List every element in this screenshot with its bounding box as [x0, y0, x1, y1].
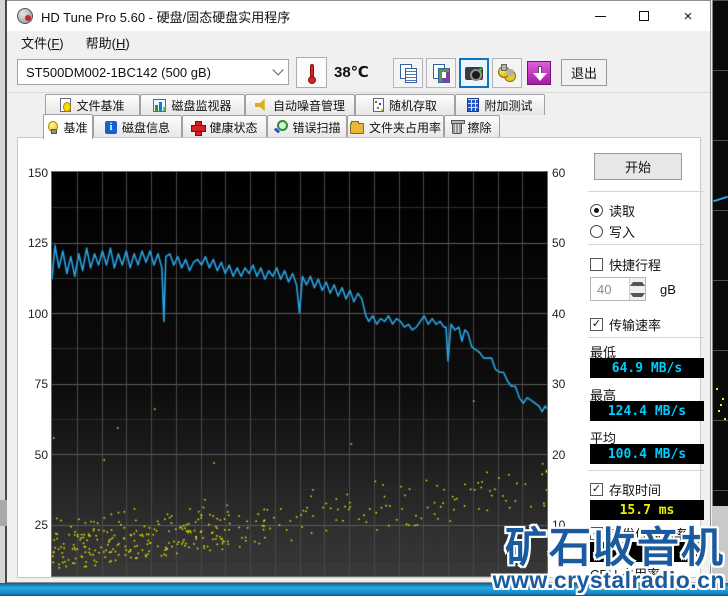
left-tick: 50: [34, 448, 48, 462]
minimize-button[interactable]: [578, 1, 622, 31]
tab-health[interactable]: 健康状态: [182, 115, 267, 138]
checkbox-short-stroke[interactable]: 快捷行程: [590, 255, 661, 274]
file-benchmark-icon: [60, 98, 72, 112]
copy-text-icon: [399, 64, 417, 83]
chevron-down-icon: [272, 64, 284, 76]
close-button[interactable]: ×: [666, 1, 710, 31]
avg-value-display: 100.4 MB/s: [590, 444, 704, 464]
tab-disk-info[interactable]: i 磁盘信息: [93, 115, 182, 138]
transfer-rate-box: ✓: [590, 318, 603, 331]
menu-help[interactable]: 帮助(H): [78, 30, 138, 55]
app-icon: [17, 8, 33, 24]
checkbox-access-time[interactable]: ✓ 存取时间: [590, 480, 661, 499]
left-tick: 125: [27, 236, 48, 250]
start-button[interactable]: 开始: [594, 153, 682, 180]
titlebar: HD Tune Pro 5.60 - 硬盘/固态硬盘实用程序 ×: [7, 1, 710, 31]
left-tick: 100: [27, 307, 48, 321]
random-access-icon: [372, 98, 384, 112]
tab-random-access[interactable]: 随机存取: [355, 94, 455, 115]
copy-image-icon: [432, 64, 450, 83]
left-tick: 25: [34, 518, 48, 532]
spindown-button[interactable]: [524, 58, 554, 88]
right-tick: 60: [552, 166, 566, 180]
spinner-up-button[interactable]: [630, 278, 645, 289]
radio-read[interactable]: 读取: [590, 201, 635, 220]
right-tick: 50: [552, 236, 566, 250]
calculator-icon: [467, 98, 480, 112]
tab-error-scan[interactable]: 错误扫描: [267, 115, 347, 138]
arrow-down-icon: [527, 61, 551, 85]
temperature-button[interactable]: [296, 57, 327, 88]
minimize-icon: [594, 15, 606, 17]
tab-extra-tests[interactable]: 附加测试: [455, 94, 545, 115]
drive-select-value: ST500DM002-1BC142 (500 gB): [26, 64, 211, 80]
access-time-box: ✓: [590, 483, 603, 496]
left-tick: 75: [34, 377, 48, 391]
tab-disk-monitor[interactable]: 磁盘监视器: [140, 94, 245, 115]
tab-benchmark[interactable]: 基准: [43, 114, 93, 139]
thermometer-icon: [307, 64, 316, 84]
lamp-icon: [48, 120, 59, 134]
speaker-icon: [254, 98, 265, 112]
toolbar: ST500DM002-1BC142 (500 gB) 38℃ 退出: [7, 54, 710, 93]
camera-icon: [465, 66, 483, 81]
background-chart-sliver: [712, 0, 728, 506]
background-chart-dots: [716, 388, 718, 390]
hdtune-window: HD Tune Pro 5.60 - 硬盘/固态硬盘实用程序 × 文件(F) 帮…: [7, 0, 711, 583]
benchmark-canvas: [52, 172, 547, 576]
tab-aam[interactable]: 自动噪音管理: [245, 94, 355, 115]
spinner-down-button[interactable]: [630, 289, 645, 300]
right-tick: 20: [552, 448, 566, 462]
watermark-title: 矿石收音机: [504, 524, 725, 571]
min-value-display: 64.9 MB/s: [590, 358, 704, 378]
medals-icon: [498, 64, 516, 81]
short-stroke-value: 40: [597, 281, 612, 297]
tab-file-benchmark[interactable]: 文件基准: [45, 94, 140, 115]
short-stroke-box: [590, 258, 603, 271]
drive-select[interactable]: ST500DM002-1BC142 (500 gB): [17, 59, 289, 85]
max-value-display: 124.4 MB/s: [590, 401, 704, 421]
background-window-left-sliver: [0, 0, 7, 583]
benchmark-chart: [51, 171, 548, 577]
tab-erase[interactable]: 擦除: [444, 115, 500, 138]
short-stroke-unit: gB: [660, 282, 676, 297]
temperature-value: 38℃: [334, 64, 369, 81]
folder-icon: [349, 120, 364, 134]
info-icon: i: [104, 120, 117, 134]
right-tick: 40: [552, 307, 566, 321]
window-title: HD Tune Pro 5.60 - 硬盘/固态硬盘实用程序: [41, 9, 291, 25]
radio-read-circle: [590, 204, 603, 217]
screen: HD Tune Pro 5.60 - 硬盘/固态硬盘实用程序 × 文件(F) 帮…: [0, 0, 728, 596]
radio-write[interactable]: 写入: [590, 222, 635, 241]
copy-text-button[interactable]: [393, 58, 423, 88]
health-cross-icon: [191, 120, 207, 136]
menu-file[interactable]: 文件(F): [13, 30, 72, 55]
access-time-display: 15.7 ms: [590, 500, 704, 520]
exit-button[interactable]: 退出: [561, 59, 607, 86]
radio-write-circle: [590, 225, 603, 238]
arrow-down-icon: [630, 292, 645, 297]
maximize-icon: [639, 11, 649, 21]
screenshot-button[interactable]: [459, 58, 489, 88]
menubar: 文件(F) 帮助(H): [7, 31, 710, 54]
trash-icon: [451, 120, 466, 134]
copy-image-button[interactable]: [426, 58, 456, 88]
arrow-up-icon: [630, 281, 645, 286]
medals-button[interactable]: [492, 58, 522, 88]
close-icon: ×: [683, 7, 693, 25]
watermark-url: www.crystalradio.cn: [492, 567, 725, 593]
tab-folder-usage[interactable]: 文件夹占用率: [347, 115, 444, 138]
maximize-button[interactable]: [622, 1, 666, 31]
checkbox-transfer-rate[interactable]: ✓ 传输速率: [590, 315, 661, 334]
short-stroke-spinner[interactable]: 40: [590, 277, 646, 301]
magnifier-icon: [273, 120, 289, 134]
right-tick: 30: [552, 377, 566, 391]
disk-monitor-icon: [153, 98, 167, 112]
left-tick: 150: [27, 166, 48, 180]
background-window-right-sliver: [712, 0, 728, 583]
